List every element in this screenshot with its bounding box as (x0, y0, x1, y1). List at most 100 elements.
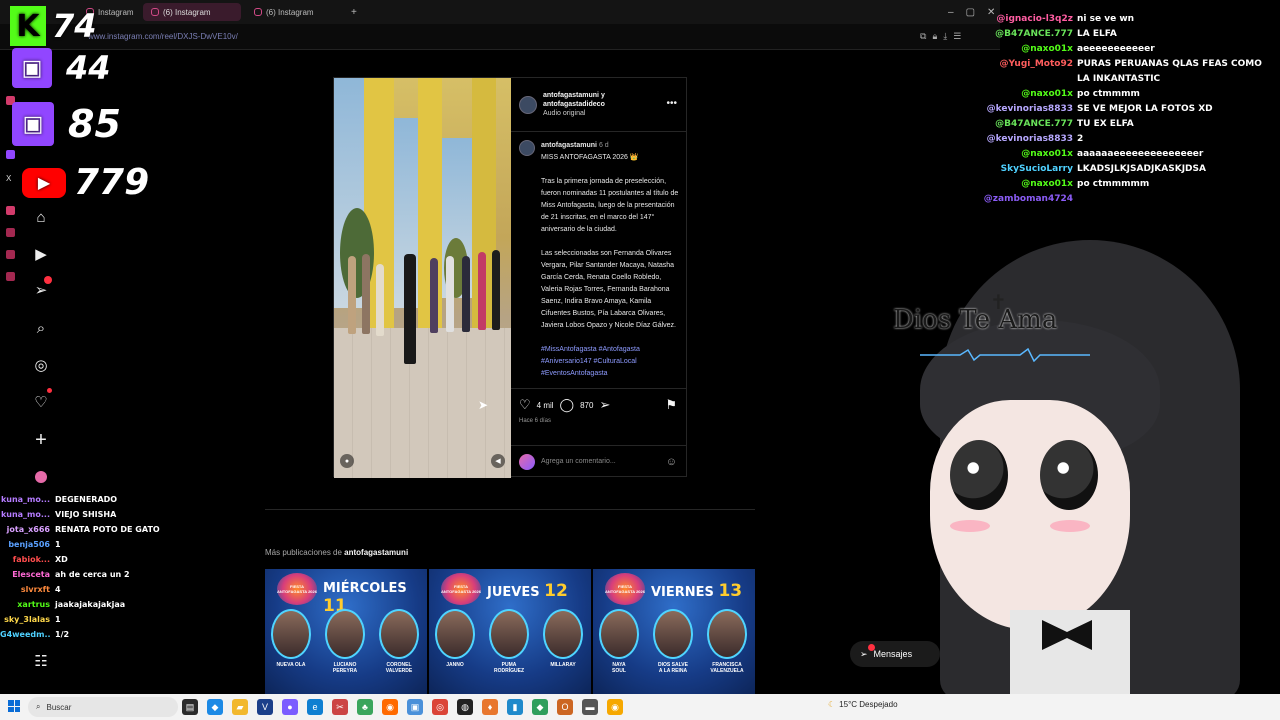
chat-username[interactable]: @ignacio-l3q2z (996, 12, 1073, 27)
comment-box[interactable]: Agrega un comentario... ☺ (511, 445, 687, 477)
taskbar-search[interactable]: ⌕ Buscar (28, 697, 178, 717)
twitch-counter-a: ▣ 44 (12, 48, 111, 88)
app-icon[interactable]: ▬ (582, 699, 598, 715)
chat-username[interactable]: sky_3lalas (0, 612, 50, 627)
app-icon[interactable]: ♦ (482, 699, 498, 715)
menu-icon[interactable]: ☰ (953, 31, 961, 42)
twitch-icon[interactable] (6, 150, 15, 159)
like-count[interactable]: 4 mil (537, 401, 554, 410)
explore-icon[interactable]: ◎ (30, 354, 52, 376)
app-icon[interactable]: ● (282, 699, 298, 715)
more-options-icon[interactable]: ••• (666, 98, 677, 109)
chat-username[interactable]: @kevinorias8833 (987, 132, 1073, 147)
create-icon[interactable]: + (30, 429, 52, 451)
post-thumbnail[interactable]: FIESTA ANTOFAGASTA 2026 VIERNES 13 NAYA … (593, 569, 755, 694)
author-name[interactable]: antofagastamuni y (543, 91, 605, 100)
more-menu-icon[interactable]: ☷ (30, 650, 52, 672)
chat-message: Elesceta ah de cerca un 2 (0, 567, 170, 582)
chat-username[interactable]: Elesceta (0, 567, 50, 582)
emoji-icon[interactable]: ☺ (666, 456, 677, 468)
browser-tab[interactable]: (6) Instagram (246, 3, 322, 21)
chat-username[interactable]: @Yugi_Moto92 (1000, 57, 1073, 87)
app-icon[interactable]: ♣ (357, 699, 373, 715)
caption-username[interactable]: antofagastamuni (541, 142, 597, 149)
artist-card: LUCIANO PEREYRA (323, 609, 367, 674)
weather-widget[interactable]: ☾ 15°C Despejado (828, 700, 898, 709)
firefox-icon[interactable]: ◉ (382, 699, 398, 715)
edge-icon[interactable]: e (307, 699, 323, 715)
chat-username[interactable]: jota_x666 (0, 522, 50, 537)
chat-username[interactable]: @kevinorias8833 (987, 102, 1073, 117)
new-tab-button[interactable]: + (343, 3, 365, 21)
profile-avatar[interactable] (30, 466, 52, 488)
app-icon[interactable]: ▣ (407, 699, 423, 715)
post-thumbnail[interactable]: FIESTA ANTOFAGASTA 2026 MIÉRCOLES 11 NUE… (265, 569, 427, 694)
chat-username[interactable]: benja506 (0, 537, 50, 552)
address-bar[interactable]: www.instagram.com/reel/DXJS-DwVE10v/ (0, 24, 1000, 50)
caption-avatar[interactable] (519, 140, 535, 156)
task-view-icon[interactable]: ▤ (182, 699, 198, 715)
chat-username[interactable]: kuna_mo... (0, 507, 50, 522)
caption-hashtags[interactable]: #MissAntofagasta #Antofagasta #Aniversar… (541, 344, 679, 380)
x-icon[interactable]: X (6, 174, 15, 183)
chat-username[interactable]: slvrxft (0, 582, 50, 597)
chrome-icon[interactable]: ◎ (432, 699, 448, 715)
maximize-icon[interactable]: ▢ (966, 7, 975, 18)
file-explorer-icon[interactable]: ▰ (232, 699, 248, 715)
chat-username[interactable]: SkySucioLarry (1001, 162, 1073, 177)
bookmark-icon[interactable]: ⚑ (665, 397, 677, 413)
chat-username[interactable]: xartrus (0, 597, 50, 612)
author-avatar[interactable] (519, 95, 537, 114)
chat-username[interactable]: @B47ANCE.777 (995, 117, 1073, 132)
chat-username[interactable]: fabiok... (0, 552, 50, 567)
app-icon[interactable]: V (257, 699, 273, 715)
chat-username[interactable]: G4weedm... (0, 627, 50, 642)
audio-label[interactable]: Audio original (543, 109, 605, 118)
video-scene (430, 258, 438, 333)
copilot-icon[interactable]: ◆ (207, 699, 223, 715)
start-button[interactable] (8, 700, 20, 712)
artist-name: PUMA RODRÍGUEZ (494, 662, 524, 674)
like-icon[interactable]: ♡ (519, 397, 531, 413)
obs-icon[interactable]: ◍ (457, 699, 473, 715)
app-icon[interactable] (6, 250, 15, 259)
more-posts-user[interactable]: antofagastamuni (344, 548, 408, 557)
browser-tab-active[interactable]: (6) Instagram (143, 3, 241, 21)
user-tag-icon[interactable]: ● (340, 454, 354, 468)
app-icon[interactable] (6, 272, 15, 281)
app-icon[interactable] (6, 228, 15, 237)
reel-video[interactable]: ● ◀ ➤ (334, 78, 511, 478)
url-text[interactable]: www.instagram.com/reel/DXJS-DwVE10v/ (88, 32, 238, 41)
home-icon[interactable]: ⌂ (30, 206, 52, 228)
chat-username[interactable]: @naxo01x (1021, 177, 1073, 192)
app-icon[interactable]: ◆ (532, 699, 548, 715)
app-icon[interactable]: ◉ (607, 699, 623, 715)
comment-input[interactable]: Agrega un comentario... (541, 458, 616, 465)
search-icon[interactable]: ⌕ (30, 317, 52, 339)
chat-username[interactable]: @zamboman4724 (984, 192, 1073, 207)
comment-count[interactable]: 870 (580, 401, 593, 410)
messages-icon[interactable]: ➢ (30, 276, 52, 301)
app-icon[interactable] (6, 206, 15, 215)
minimize-icon[interactable]: – (948, 7, 954, 18)
chat-username[interactable]: kuna_mo... (0, 492, 50, 507)
comment-icon[interactable]: ◯ (560, 397, 575, 413)
messages-button[interactable]: ➢ Mensajes (850, 641, 940, 667)
extensions-icon[interactable]: ⧉ (920, 31, 926, 42)
share-icon[interactable]: ➢ (599, 397, 610, 413)
app-icon[interactable]: ▮ (507, 699, 523, 715)
app-icon[interactable]: ✂ (332, 699, 348, 715)
notifications-icon[interactable]: ♡ (30, 388, 52, 413)
post-caption: antofagastamuni 6 d MISS ANTOFAGASTA 202… (511, 132, 687, 387)
chat-username[interactable]: @naxo01x (1021, 87, 1073, 102)
mute-icon[interactable]: ◀ (491, 454, 505, 468)
post-thumbnail[interactable]: FIESTA ANTOFAGASTA 2026 JUEVES 12 JANNO … (429, 569, 591, 694)
opera-icon[interactable]: O (557, 699, 573, 715)
chat-username[interactable]: @B47ANCE.777 (995, 27, 1073, 42)
coauthor-name[interactable]: antofagastadideco (543, 100, 605, 109)
lock-icon[interactable]: 🔒︎ (932, 31, 937, 42)
chat-username[interactable]: @naxo01x (1021, 42, 1073, 57)
reels-icon[interactable]: ▶ (30, 243, 52, 265)
download-icon[interactable]: ⤓ (943, 31, 947, 42)
chat-username[interactable]: @naxo01x (1021, 147, 1073, 162)
